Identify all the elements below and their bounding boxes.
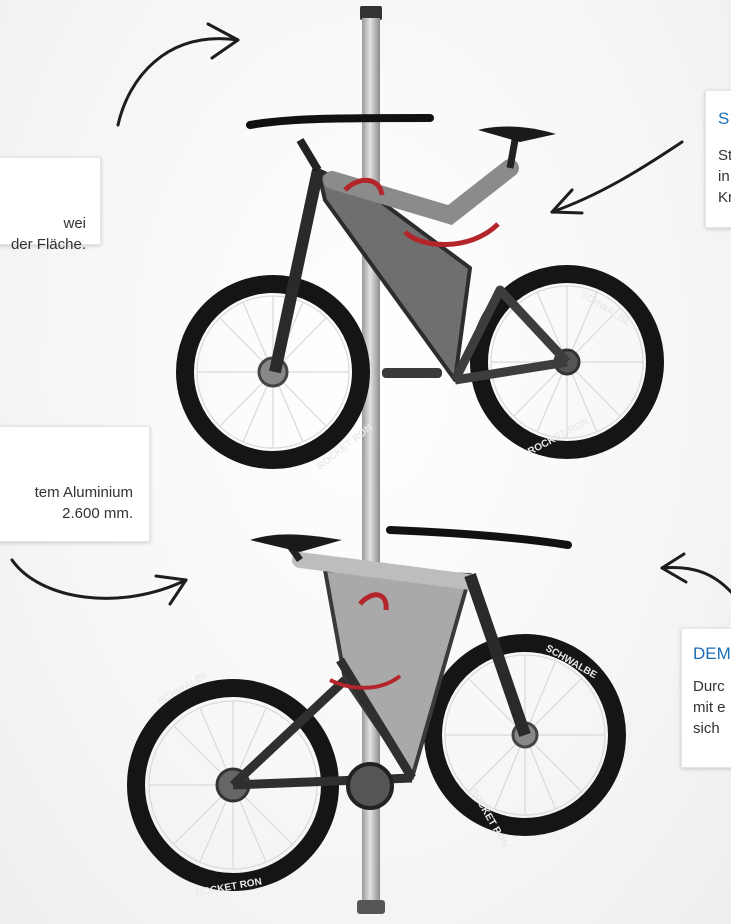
callout-top-left: wei der Fläche. bbox=[0, 157, 101, 253]
callout-text-line: Durc bbox=[693, 678, 725, 695]
product-photo: SCHWALBE ROCKET RON ROCKET RON SCHWALBE … bbox=[0, 0, 731, 924]
callout-text-line: mit e bbox=[693, 699, 726, 716]
callout-text-line: tem Aluminium bbox=[34, 484, 133, 501]
callout-middle-left: tem Aluminium 2.600 mm. bbox=[0, 426, 150, 542]
callout-text-line: St bbox=[718, 147, 731, 164]
arrow-mid-left-icon bbox=[10, 558, 188, 600]
callout-text-line: wei bbox=[63, 215, 86, 232]
callout-text-line: sich bbox=[693, 720, 720, 737]
arrow-mid-right-icon bbox=[660, 565, 731, 594]
callout-text-line: Kr bbox=[718, 189, 731, 206]
callout-bottom-right: DEM Durc mit e sich bbox=[681, 628, 731, 768]
callout-top-right: S St in Kr bbox=[705, 90, 731, 228]
callout-text-line: in bbox=[718, 168, 730, 185]
callout-text-line: der Fläche. bbox=[10, 236, 86, 253]
callout-title: DEM bbox=[693, 644, 731, 663]
callout-text-line: 2.600 mm. bbox=[62, 505, 133, 522]
arrow-top-right-icon bbox=[550, 140, 684, 214]
callout-title: S bbox=[718, 109, 730, 128]
